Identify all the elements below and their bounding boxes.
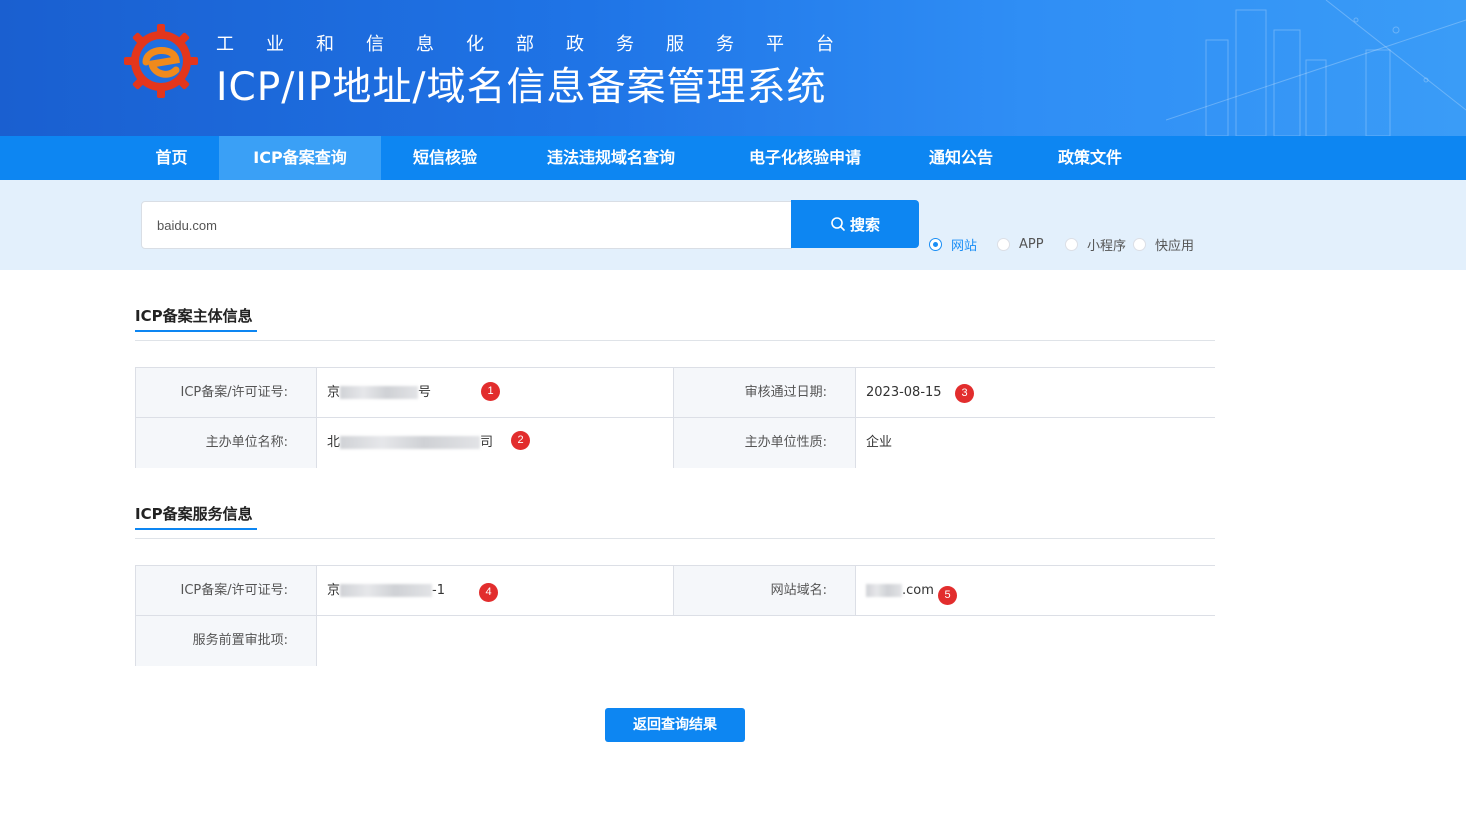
redacted-blur xyxy=(866,584,902,597)
radio-dot xyxy=(997,237,1010,251)
redacted-blur xyxy=(340,386,419,399)
entity-info-table: ICP备案/许可证号: 京号 审核通过日期: 2023-08-15 主办单位名称… xyxy=(135,367,1215,468)
radio-app[interactable]: APP xyxy=(997,235,1044,253)
radio-dot xyxy=(929,237,942,251)
domain-value: .com xyxy=(856,566,1215,616)
annotation-badge-5: 5 xyxy=(938,586,957,605)
search-button-label: 搜索 xyxy=(849,215,880,234)
service-section-divider xyxy=(135,538,1215,539)
org-name-label: 主办单位名称: xyxy=(136,418,317,468)
entity-section-title: ICP备案主体信息 xyxy=(135,307,253,325)
service-section-title: ICP备案服务信息 xyxy=(135,505,253,523)
nav-notices[interactable]: 通知公告 xyxy=(897,136,1025,180)
service-license-label: ICP备案/许可证号: xyxy=(136,566,317,616)
annotation-badge-3: 3 xyxy=(955,384,974,403)
city-skyline-decoration xyxy=(1166,0,1466,136)
annotation-badge-1: 1 xyxy=(481,382,500,401)
radio-dot xyxy=(1065,237,1078,251)
header-banner: 工业和信息化部政务服务平台 ICP/IP地址/域名信息备案管理系统 xyxy=(0,0,1466,136)
nav-policy-docs[interactable]: 政策文件 xyxy=(1025,136,1155,180)
nav-icp-query[interactable]: ICP备案查询 xyxy=(219,136,381,180)
annotation-badge-2: 2 xyxy=(511,431,530,450)
system-title: ICP/IP地址/域名信息备案管理系统 xyxy=(216,65,827,110)
service-info-table: ICP备案/许可证号: 京 -1 网站域名: .com 服务前置审批项: xyxy=(135,565,1215,666)
main-nav: 首页 ICP备案查询 短信核验 违法违规域名查询 电子化核验申请 通知公告 政策… xyxy=(0,136,1466,180)
approve-date-value: 2023-08-15 xyxy=(856,368,1215,418)
org-name-value: 北司 xyxy=(317,418,674,468)
radio-dot xyxy=(1133,237,1146,251)
redacted-blur xyxy=(340,584,433,597)
redacted-blur xyxy=(340,436,481,449)
entity-license-label: ICP备案/许可证号: xyxy=(136,368,317,418)
nav-illegal-domain-query[interactable]: 违法违规域名查询 xyxy=(509,136,713,180)
nav-e-verify-apply[interactable]: 电子化核验申请 xyxy=(713,136,897,180)
entity-section-divider xyxy=(135,340,1215,341)
search-input[interactable] xyxy=(141,201,792,249)
search-band: 搜索 网站 APP 小程序 快应用 xyxy=(0,180,1466,270)
radio-miniprogram[interactable]: 小程序 xyxy=(1065,235,1126,254)
approve-date-label: 审核通过日期: xyxy=(674,368,856,418)
search-icon xyxy=(831,217,845,231)
radio-website[interactable]: 网站 xyxy=(929,235,977,254)
nav-home[interactable]: 首页 xyxy=(124,136,219,180)
org-type-label: 主办单位性质: xyxy=(674,418,856,468)
domain-label: 网站域名: xyxy=(674,566,856,616)
nav-sms-verify[interactable]: 短信核验 xyxy=(381,136,509,180)
gear-e-logo-icon xyxy=(124,24,198,98)
search-button[interactable]: 搜索 xyxy=(791,200,919,248)
annotation-badge-4: 4 xyxy=(479,583,498,602)
preapproval-label: 服务前置审批项: xyxy=(136,616,317,666)
service-section-underline xyxy=(135,528,257,530)
ministry-subtitle: 工业和信息化部政务服务平台 xyxy=(216,34,834,55)
radio-quickapp[interactable]: 快应用 xyxy=(1133,235,1194,254)
back-to-results-button[interactable]: 返回查询结果 xyxy=(605,708,745,742)
preapproval-value xyxy=(317,616,1215,666)
entity-section-underline xyxy=(135,330,257,332)
org-type-value: 企业 xyxy=(856,418,1215,468)
